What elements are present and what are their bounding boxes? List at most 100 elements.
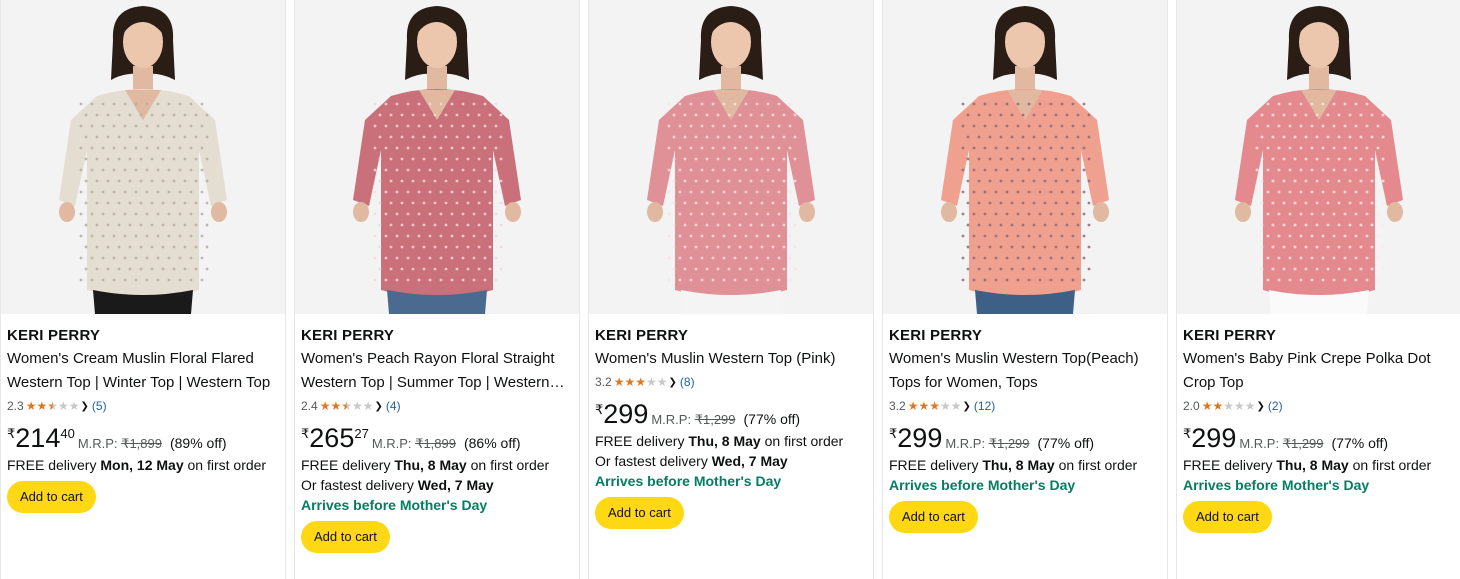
- review-count-link[interactable]: (4): [386, 399, 401, 413]
- mrp-label: M.R.P:: [371, 436, 412, 451]
- rating-row[interactable]: 3.2 ★ ★ ★ ★ ★ ❯ (12): [889, 397, 1165, 415]
- product-card[interactable]: KERI PERRY Women's Muslin Western Top(Pe…: [882, 0, 1168, 579]
- star-full-icon: ★: [635, 375, 646, 389]
- mrp: M.R.P: ₹1,899: [78, 437, 162, 451]
- star-rating-icon[interactable]: ★ ★ ★ ★ ★: [26, 400, 80, 412]
- delivery-prefix: FREE delivery: [889, 457, 983, 473]
- delivery-suffix: on first order: [1348, 457, 1432, 473]
- star-full-icon: ★: [929, 399, 940, 413]
- product-image[interactable]: [1177, 0, 1460, 314]
- price[interactable]: ₹ 299 M.R.P: ₹1,299 (77% off): [595, 399, 871, 431]
- review-count-link[interactable]: (5): [92, 399, 107, 413]
- product-card[interactable]: KERI PERRY Women's Peach Rayon Floral St…: [294, 0, 580, 579]
- rating-row[interactable]: 2.3 ★ ★ ★ ★ ★ ❯ (5): [7, 397, 283, 415]
- add-to-cart-button[interactable]: Add to cart: [889, 501, 978, 533]
- chevron-down-icon[interactable]: ❯: [375, 401, 383, 412]
- product-title-link[interactable]: Women's Cream Muslin Floral Flared Weste…: [7, 347, 283, 395]
- star-full-icon: ★: [624, 375, 636, 389]
- product-image[interactable]: [1, 0, 285, 314]
- product-title-link[interactable]: Women's Muslin Western Top(Peach) Tops f…: [889, 347, 1165, 395]
- delivery-date: Thu, 8 May: [688, 433, 761, 449]
- star-empty-icon: ★: [1244, 399, 1256, 413]
- price-fraction: 27: [354, 426, 369, 441]
- product-grid: KERI PERRY Women's Cream Muslin Floral F…: [0, 0, 1460, 579]
- star-full-icon: ★: [330, 399, 342, 413]
- review-count-link[interactable]: (12): [974, 399, 995, 413]
- star-empty-icon: ★: [950, 399, 962, 413]
- add-to-cart-button[interactable]: Add to cart: [595, 497, 684, 529]
- product-image[interactable]: [295, 0, 579, 314]
- product-title-link[interactable]: Women's Baby Pink Crepe Polka Dot Crop T…: [1183, 347, 1459, 395]
- brand-name: KERI PERRY: [301, 327, 395, 344]
- review-count-link[interactable]: (8): [680, 375, 695, 389]
- mothers-day-badge: Arrives before Mother's Day: [1183, 477, 1370, 493]
- add-to-cart-button[interactable]: Add to cart: [301, 521, 390, 553]
- mrp: M.R.P: ₹1,299: [651, 413, 735, 427]
- price-whole: 299: [897, 423, 943, 453]
- add-to-cart-button[interactable]: Add to cart: [1183, 501, 1272, 533]
- fastest-delivery-info: Or fastest delivery Wed, 7 May: [301, 475, 577, 495]
- add-to-cart-button[interactable]: Add to cart: [7, 481, 96, 513]
- price-fraction: 40: [60, 426, 75, 441]
- delivery-info: FREE delivery Thu, 8 May on first order: [889, 455, 1165, 475]
- star-empty-icon: ★: [351, 399, 363, 413]
- delivery-info: FREE delivery Mon, 12 May on first order: [7, 455, 283, 475]
- product-title-link[interactable]: Women's Muslin Western Top (Pink): [595, 347, 871, 371]
- chevron-down-icon[interactable]: ❯: [81, 401, 89, 412]
- price[interactable]: ₹ 214 40 M.R.P: ₹1,899 (89% off): [7, 423, 283, 455]
- price[interactable]: ₹ 299 M.R.P: ₹1,299 (77% off): [889, 423, 1165, 455]
- price-symbol: ₹: [7, 426, 16, 441]
- rating-row[interactable]: 2.0 ★ ★ ★ ★ ★ ❯ (2): [1183, 397, 1459, 415]
- brand-name: KERI PERRY: [889, 327, 983, 344]
- star-rating-icon[interactable]: ★ ★ ★ ★ ★: [1202, 400, 1256, 412]
- product-card[interactable]: KERI PERRY Women's Muslin Western Top (P…: [588, 0, 874, 579]
- discount-percent: (86% off): [463, 435, 521, 451]
- product-card[interactable]: KERI PERRY Women's Baby Pink Crepe Polka…: [1176, 0, 1460, 579]
- brand-name: KERI PERRY: [7, 327, 101, 344]
- delivery-date: Thu, 8 May: [1276, 457, 1349, 473]
- review-count-link[interactable]: (2): [1268, 399, 1283, 413]
- rating-value: 2.0: [1183, 399, 1200, 413]
- chevron-down-icon[interactable]: ❯: [669, 377, 677, 388]
- star-rating-icon[interactable]: ★ ★ ★ ★ ★: [908, 400, 962, 412]
- mrp: M.R.P: ₹1,299: [1239, 437, 1323, 451]
- discount-percent: (77% off): [1037, 435, 1095, 451]
- delivery-prefix: FREE delivery: [301, 457, 395, 473]
- product-info: KERI PERRY Women's Baby Pink Crepe Polka…: [1183, 326, 1459, 533]
- product-image[interactable]: [883, 0, 1167, 314]
- fastest-prefix: Or fastest delivery: [595, 453, 712, 469]
- star-empty-icon: ★: [645, 375, 657, 389]
- chevron-down-icon[interactable]: ❯: [1257, 401, 1265, 412]
- mrp-label: M.R.P:: [77, 436, 118, 451]
- delivery-info: FREE delivery Thu, 8 May on first order: [301, 455, 577, 475]
- star-half-icon: ★: [47, 399, 58, 413]
- product-image[interactable]: [589, 0, 873, 314]
- brand-name: KERI PERRY: [1183, 327, 1277, 344]
- star-empty-icon: ★: [1233, 399, 1245, 413]
- price-symbol: ₹: [889, 426, 898, 441]
- mrp-value: ₹1,299: [694, 412, 736, 427]
- mothers-day-badge: Arrives before Mother's Day: [301, 497, 488, 513]
- product-card[interactable]: KERI PERRY Women's Cream Muslin Floral F…: [0, 0, 286, 579]
- price[interactable]: ₹ 265 27 M.R.P: ₹1,899 (86% off): [301, 423, 577, 455]
- star-rating-icon[interactable]: ★ ★ ★ ★ ★: [320, 400, 374, 412]
- price[interactable]: ₹ 299 M.R.P: ₹1,299 (77% off): [1183, 423, 1459, 455]
- price-symbol: ₹: [301, 426, 310, 441]
- fastest-prefix: Or fastest delivery: [301, 477, 418, 493]
- model-photo: [1, 0, 285, 314]
- rating-row[interactable]: 2.4 ★ ★ ★ ★ ★ ❯ (4): [301, 397, 577, 415]
- star-empty-icon: ★: [68, 399, 80, 413]
- chevron-down-icon[interactable]: ❯: [963, 401, 971, 412]
- rating-row[interactable]: 3.2 ★ ★ ★ ★ ★ ❯ (8): [595, 373, 871, 391]
- delivery-prefix: FREE delivery: [595, 433, 689, 449]
- model-photo: [1177, 0, 1460, 314]
- delivery-date: Thu, 8 May: [394, 457, 467, 473]
- delivery-info: FREE delivery Thu, 8 May on first order: [1183, 455, 1459, 475]
- mrp-value: ₹1,899: [121, 436, 162, 451]
- star-rating-icon[interactable]: ★ ★ ★ ★ ★: [614, 376, 668, 388]
- product-info: KERI PERRY Women's Cream Muslin Floral F…: [7, 326, 283, 513]
- star-full-icon: ★: [319, 399, 331, 413]
- mrp-value: ₹1,299: [1282, 436, 1324, 451]
- product-title-link[interactable]: Women's Peach Rayon Floral Straight West…: [301, 347, 577, 395]
- star-full-icon: ★: [907, 399, 919, 413]
